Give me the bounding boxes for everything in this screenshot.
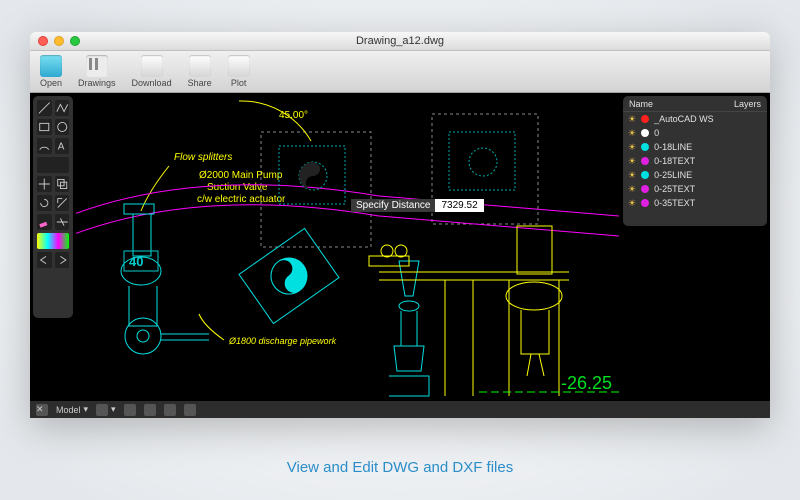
- share-button[interactable]: Share: [188, 55, 212, 88]
- titlebar: Drawing_a12.dwg: [30, 32, 770, 51]
- scale-tool[interactable]: [55, 195, 70, 211]
- layer-row[interactable]: ☀0-18TEXT: [623, 154, 767, 168]
- share-icon: [189, 55, 211, 77]
- pump-label-3: c/w electric actuator: [197, 194, 286, 205]
- visibility-button[interactable]: ▾: [96, 404, 116, 416]
- layer-color-icon: [641, 171, 649, 179]
- grid-icon: [184, 404, 196, 416]
- rotate-tool[interactable]: [37, 195, 52, 211]
- drawings-icon: [86, 55, 108, 77]
- layers-title: Layers: [734, 99, 761, 109]
- erase-tool[interactable]: [37, 214, 52, 230]
- line-tool[interactable]: [37, 100, 52, 116]
- hand-icon: [124, 404, 136, 416]
- close-panel-button[interactable]: ✕: [36, 404, 48, 416]
- download-button[interactable]: Download: [132, 55, 172, 88]
- work-area: A 45.00° Flow splitters Ø: [30, 93, 770, 401]
- rect-tool[interactable]: [37, 119, 52, 135]
- open-button[interactable]: Open: [40, 55, 62, 88]
- layer-color-icon: [641, 199, 649, 207]
- move-tool[interactable]: [37, 176, 52, 192]
- svg-text:40: 40: [129, 254, 143, 269]
- layer-row[interactable]: ☀0-18LINE: [623, 140, 767, 154]
- arc-tool[interactable]: [37, 138, 52, 154]
- app-window: Drawing_a12.dwg Open Drawings Download S…: [30, 32, 770, 418]
- distance-input-value[interactable]: 7329.52: [435, 199, 483, 212]
- layer-row[interactable]: ☀0: [623, 126, 767, 140]
- undo-button[interactable]: [37, 252, 52, 268]
- layer-name: 0-25TEXT: [654, 184, 695, 194]
- plot-button[interactable]: Plot: [228, 55, 250, 88]
- svg-text:A: A: [57, 142, 64, 153]
- distance-input[interactable]: Specify Distance 7329.52: [351, 199, 484, 212]
- dimension-readout: -26.25: [561, 373, 612, 394]
- trim-tool[interactable]: [55, 214, 70, 230]
- text-tool[interactable]: A: [55, 138, 70, 154]
- minimize-icon[interactable]: [54, 36, 64, 46]
- window-controls: [38, 36, 80, 46]
- pump-label-2: Suction Valve: [207, 182, 268, 193]
- eye-icon: [96, 404, 108, 416]
- extents-button[interactable]: [164, 404, 176, 416]
- left-toolbar: A: [33, 96, 73, 318]
- angle-label: 45.00°: [279, 110, 308, 121]
- layer-row[interactable]: ☀0-25LINE: [623, 168, 767, 182]
- main-toolbar: Open Drawings Download Share Plot: [30, 51, 770, 93]
- pump-label-1: Ø2000 Main Pump: [199, 170, 283, 181]
- zoom-icon[interactable]: [70, 36, 80, 46]
- layer-color-icon: [641, 157, 649, 165]
- layer-name: 0-25LINE: [654, 170, 692, 180]
- drawing-canvas[interactable]: 45.00° Flow splitters Ø2000 Main Pump Su…: [76, 96, 620, 398]
- close-icon[interactable]: [38, 36, 48, 46]
- plot-icon: [228, 55, 250, 77]
- download-icon: [141, 55, 163, 77]
- layer-color-icon: [641, 115, 649, 123]
- distance-input-label: Specify Distance: [351, 199, 435, 212]
- status-bar: ✕ Model ▾ ▾: [30, 401, 770, 418]
- magnifier-icon: [144, 404, 156, 416]
- layer-row[interactable]: ☀0-35TEXT: [623, 196, 767, 210]
- model-tab[interactable]: Model ▾: [56, 404, 88, 415]
- layer-color-icon: [641, 185, 649, 193]
- grid-button[interactable]: [184, 404, 196, 416]
- layers-panel: Name Layers ☀_AutoCAD WS☀0☀0-18LINE☀0-18…: [623, 96, 767, 226]
- layer-row[interactable]: ☀_AutoCAD WS: [623, 112, 767, 126]
- extents-icon: [164, 404, 176, 416]
- layer-name: 0-35TEXT: [654, 198, 695, 208]
- x-icon: ✕: [36, 404, 48, 416]
- layer-name: 0: [654, 128, 659, 138]
- layers-name-header: Name: [629, 99, 653, 109]
- layer-row[interactable]: ☀0-25TEXT: [623, 182, 767, 196]
- pan-button[interactable]: [124, 404, 136, 416]
- layer-color-icon: [641, 129, 649, 137]
- zoom-button[interactable]: [144, 404, 156, 416]
- polyline-tool[interactable]: [55, 100, 70, 116]
- open-icon: [40, 55, 62, 77]
- divider: [37, 157, 69, 173]
- layer-color-icon: [641, 143, 649, 151]
- drawings-button[interactable]: Drawings: [78, 55, 116, 88]
- promo-caption: View and Edit DWG and DXF files: [0, 459, 800, 476]
- layer-name: 0-18TEXT: [654, 156, 695, 166]
- copy-tool[interactable]: [55, 176, 70, 192]
- layer-name: 0-18LINE: [654, 142, 692, 152]
- redo-button[interactable]: [55, 252, 70, 268]
- layer-name: _AutoCAD WS: [654, 114, 714, 124]
- flow-splitters-label: Flow splitters: [174, 152, 232, 163]
- window-title: Drawing_a12.dwg: [30, 35, 770, 47]
- color-tool[interactable]: [37, 233, 69, 249]
- discharge-label: Ø1800 discharge pipework: [228, 336, 337, 346]
- circle-tool[interactable]: [55, 119, 70, 135]
